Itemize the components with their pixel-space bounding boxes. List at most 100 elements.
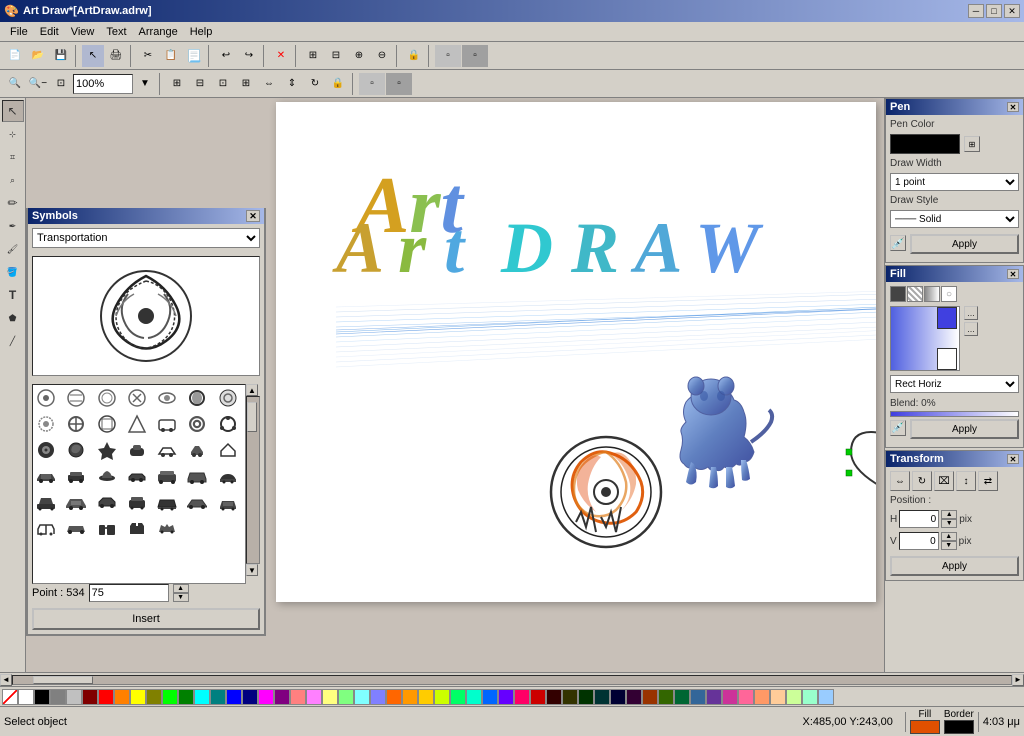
color-swatch[interactable]: [194, 689, 210, 705]
zoom-in-button[interactable]: 🔍: [4, 73, 26, 95]
sym-23[interactable]: [63, 463, 89, 489]
brush-tool[interactable]: 🖌: [2, 238, 24, 260]
delete-button[interactable]: ✕: [270, 45, 292, 67]
sym-7[interactable]: [215, 385, 241, 411]
fill-opt1[interactable]: …: [964, 306, 978, 320]
color-swatch[interactable]: [786, 689, 802, 705]
color-swatch[interactable]: [338, 689, 354, 705]
color-swatch[interactable]: [818, 689, 834, 705]
color-swatch[interactable]: [322, 689, 338, 705]
pen-apply-button[interactable]: Apply: [910, 234, 1019, 254]
color-swatch[interactable]: [146, 689, 162, 705]
undo-button[interactable]: ↩: [215, 45, 237, 67]
sym-5[interactable]: [154, 385, 180, 411]
sym-13[interactable]: [184, 411, 210, 437]
snap-button[interactable]: ⊟: [325, 45, 347, 67]
lock-button[interactable]: 🔒: [403, 45, 425, 67]
rotate-btn[interactable]: ↻: [304, 73, 326, 95]
menu-arrange[interactable]: Arrange: [133, 24, 184, 40]
color-swatch[interactable]: [722, 689, 738, 705]
h-spin-down[interactable]: ▼: [941, 519, 957, 528]
color-swatch[interactable]: [498, 689, 514, 705]
transform-apply-button[interactable]: Apply: [890, 556, 1019, 576]
scroll-thumb[interactable]: [247, 402, 257, 432]
minimize-button[interactable]: ─: [968, 4, 984, 18]
extra-btn2[interactable]: ▫: [386, 73, 412, 95]
menu-file[interactable]: File: [4, 24, 34, 40]
color-swatch[interactable]: [658, 689, 674, 705]
select-tool[interactable]: ↖: [2, 100, 24, 122]
color-swatch[interactable]: [130, 689, 146, 705]
transform-resize-btn[interactable]: ⇔: [890, 471, 910, 491]
sym-32[interactable]: [124, 489, 150, 515]
group-btn[interactable]: ⊡: [212, 73, 234, 95]
sym-37[interactable]: [63, 515, 89, 541]
redo-button[interactable]: ↪: [238, 45, 260, 67]
sym-18[interactable]: [124, 437, 150, 463]
menu-edit[interactable]: Edit: [34, 24, 65, 40]
color-swatch[interactable]: [754, 689, 770, 705]
color-swatch[interactable]: [546, 689, 562, 705]
sym-15[interactable]: [33, 437, 59, 463]
sym-3[interactable]: [94, 385, 120, 411]
sym-40[interactable]: [154, 515, 180, 541]
sym-4[interactable]: [124, 385, 150, 411]
v-spin-up[interactable]: ▲: [941, 532, 957, 541]
fill-eyedropper-btn[interactable]: 💉: [890, 420, 906, 436]
sym-30[interactable]: [63, 489, 89, 515]
sym-11[interactable]: [124, 411, 150, 437]
sym-34[interactable]: [184, 489, 210, 515]
transparent-swatch[interactable]: [2, 689, 18, 705]
color-swatch[interactable]: [242, 689, 258, 705]
ungroup-btn[interactable]: ⊞: [235, 73, 257, 95]
scroll-down-btn[interactable]: ▼: [246, 564, 258, 576]
color-swatch[interactable]: [434, 689, 450, 705]
color-swatch[interactable]: [82, 689, 98, 705]
sym-28[interactable]: [215, 463, 241, 489]
hscroll-thumb[interactable]: [33, 676, 93, 684]
sym-9[interactable]: [63, 411, 89, 437]
color-swatch[interactable]: [482, 689, 498, 705]
v-spinner[interactable]: ▲ ▼: [941, 532, 957, 550]
color-swatch[interactable]: [370, 689, 386, 705]
sym-27[interactable]: [184, 463, 210, 489]
transform-skew-btn[interactable]: ⌧: [934, 471, 954, 491]
color-swatch[interactable]: [674, 689, 690, 705]
transform-flip-btn[interactable]: ↕: [956, 471, 976, 491]
color-swatch[interactable]: [530, 689, 546, 705]
color-swatch[interactable]: [178, 689, 194, 705]
new-button[interactable]: 📄: [4, 45, 26, 67]
color-swatch[interactable]: [690, 689, 706, 705]
zoom-fit-button[interactable]: ⊡: [50, 73, 72, 95]
color-swatch[interactable]: [626, 689, 642, 705]
sym-22[interactable]: [33, 463, 59, 489]
insert-button[interactable]: Insert: [32, 608, 260, 630]
sym-1[interactable]: [33, 385, 59, 411]
color-swatch[interactable]: [802, 689, 818, 705]
text-tool[interactable]: T: [2, 284, 24, 306]
sym-10[interactable]: [94, 411, 120, 437]
pen-close-button[interactable]: ✕: [1007, 102, 1019, 112]
fill-color2-swatch[interactable]: [937, 348, 957, 370]
grid-button[interactable]: ⊞: [302, 45, 324, 67]
color-swatch[interactable]: [274, 689, 290, 705]
sym-21[interactable]: [215, 437, 241, 463]
spin-down[interactable]: ▼: [173, 593, 189, 602]
sym-31[interactable]: [94, 489, 120, 515]
line-tool[interactable]: ╱: [2, 330, 24, 352]
pen-tool[interactable]: ✒: [2, 215, 24, 237]
draw-width-select[interactable]: 1 point 2 point 3 point: [890, 173, 1019, 191]
color-swatch[interactable]: [34, 689, 50, 705]
deselect-btn[interactable]: ⊟: [189, 73, 211, 95]
transform-rotate-btn[interactable]: ↻: [912, 471, 932, 491]
color-swatch[interactable]: [418, 689, 434, 705]
sym-36[interactable]: [33, 515, 59, 541]
v-position-input[interactable]: [899, 532, 939, 550]
sym-12[interactable]: [154, 411, 180, 437]
sym-6[interactable]: [184, 385, 210, 411]
hscroll-left-btn[interactable]: ◄: [0, 674, 12, 686]
flip-v-btn[interactable]: ⇕: [281, 73, 303, 95]
sym-24[interactable]: [94, 463, 120, 489]
select-all-btn[interactable]: ⊞: [166, 73, 188, 95]
transform-mirror-btn[interactable]: ⇄: [978, 471, 998, 491]
